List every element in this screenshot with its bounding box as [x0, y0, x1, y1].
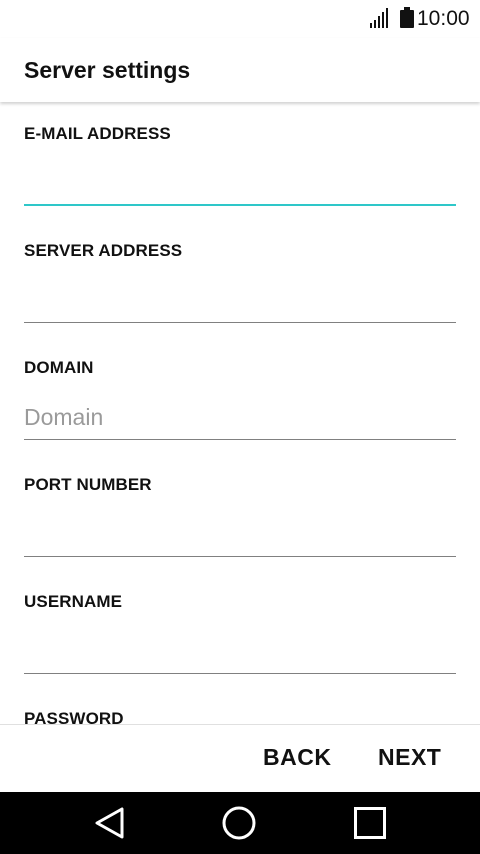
domain-input[interactable]	[24, 396, 456, 440]
port-number-field-group: PORT NUMBER	[24, 453, 456, 570]
port-number-input[interactable]	[24, 513, 456, 557]
port-number-label: PORT NUMBER	[24, 475, 152, 494]
email-address-input[interactable]	[24, 162, 456, 206]
home-circle-icon[interactable]	[221, 805, 257, 841]
password-label: PASSWORD	[24, 709, 124, 724]
username-label: USERNAME	[24, 592, 123, 611]
back-triangle-icon[interactable]	[92, 805, 128, 841]
status-time: 10:00	[417, 7, 470, 30]
domain-field-group: DOMAIN	[24, 336, 456, 453]
app-bar: Server settings	[0, 38, 480, 102]
username-input[interactable]	[24, 630, 456, 674]
navigation-bar	[0, 792, 480, 854]
page-title: Server settings	[24, 57, 191, 83]
email-address-label: E-MAIL ADDRESS	[24, 124, 171, 143]
domain-label: DOMAIN	[24, 358, 94, 377]
next-button[interactable]: NEXT	[378, 743, 441, 771]
signal-icon	[370, 8, 388, 28]
server-address-label: SERVER ADDRESS	[24, 241, 183, 260]
server-settings-form: E-MAIL ADDRESS SERVER ADDRESS DOMAIN POR…	[0, 102, 480, 724]
battery-icon	[400, 7, 414, 28]
password-field-group: PASSWORD	[24, 687, 456, 724]
recents-square-icon[interactable]	[352, 805, 388, 841]
server-address-field-group: SERVER ADDRESS	[24, 219, 456, 336]
back-button[interactable]: BACK	[263, 743, 331, 771]
status-bar: 10:00	[0, 0, 480, 38]
email-address-field-group: E-MAIL ADDRESS	[24, 102, 456, 219]
username-field-group: USERNAME	[24, 570, 456, 687]
server-address-input[interactable]	[24, 279, 456, 323]
button-bar: BACK NEXT	[0, 724, 480, 792]
